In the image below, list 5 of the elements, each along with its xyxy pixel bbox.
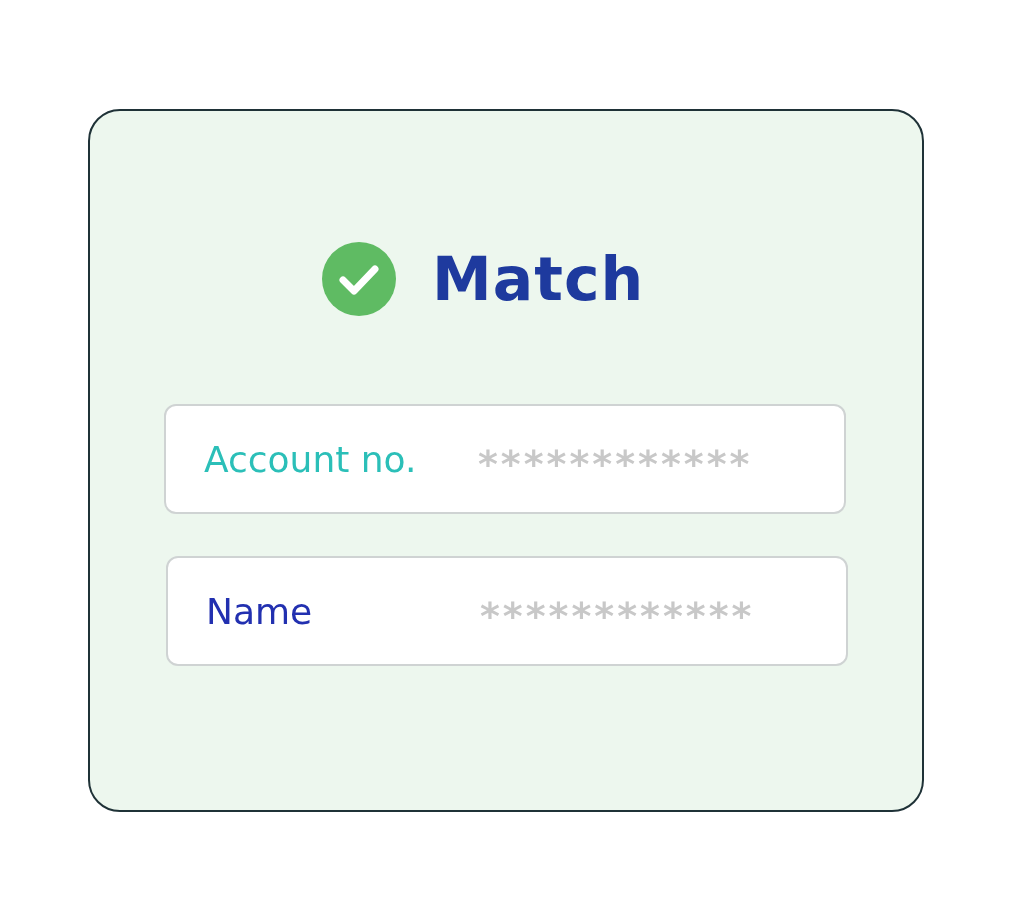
field-label: Account no.	[204, 438, 418, 480]
field-label: Name	[206, 590, 314, 632]
masked-value: ************	[480, 594, 756, 638]
masked-value: ************	[478, 442, 754, 486]
status-title: Match	[432, 244, 645, 314]
